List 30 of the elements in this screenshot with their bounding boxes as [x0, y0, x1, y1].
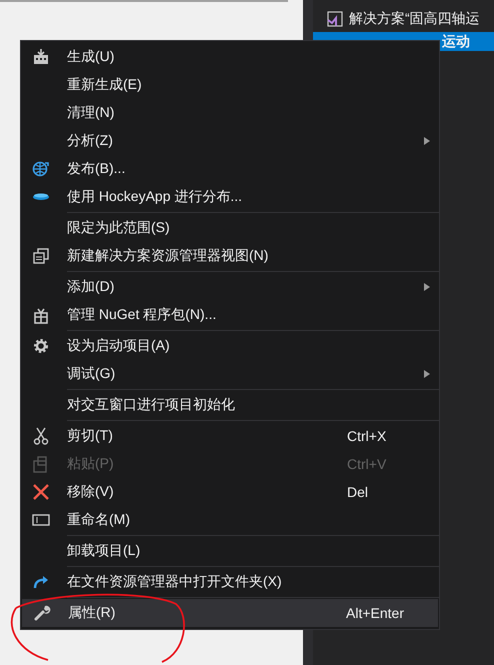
- menu-item[interactable]: 使用 HockeyApp 进行分布...: [21, 183, 439, 211]
- menu-item[interactable]: 卸载项目(L): [21, 537, 439, 565]
- settings-icon: [32, 337, 50, 355]
- menu-item[interactable]: 移除(V) Del: [21, 478, 439, 506]
- building-icon: [32, 48, 50, 66]
- menu-item[interactable]: 属性(R) Alt+Enter: [22, 599, 438, 627]
- menu-item[interactable]: 管理 NuGet 程序包(N)...: [21, 301, 439, 329]
- menu-item[interactable]: 重新生成(E): [21, 71, 439, 99]
- tree-item[interactable]: 解决方案“固高四轴运: [313, 9, 494, 28]
- menu-item[interactable]: 清理(N): [21, 99, 439, 127]
- menu-item[interactable]: 限定为此范围(S): [21, 214, 439, 242]
- menu-item[interactable]: 设为启动项目(A): [21, 332, 439, 360]
- menu-item[interactable]: 调试(G): [21, 360, 439, 388]
- menu-item[interactable]: 发布(B)...: [21, 155, 439, 183]
- wrench-icon: [33, 604, 51, 622]
- menu-item[interactable]: 分析(Z): [21, 127, 439, 155]
- gift-icon: [32, 306, 50, 324]
- globe-icon: [32, 160, 50, 178]
- remove-icon: [32, 483, 50, 501]
- menu-item[interactable]: 剪切(T) Ctrl+X: [21, 422, 439, 450]
- menu-item[interactable]: 新建解决方案资源管理器视图(N): [21, 242, 439, 270]
- menu-item[interactable]: 在文件资源管理器中打开文件夹(X): [21, 568, 439, 596]
- windows-icon: [32, 247, 50, 265]
- menu-item[interactable]: 生成(U): [21, 43, 439, 71]
- curved-arrow-icon: [32, 573, 50, 591]
- menu-item[interactable]: 添加(D): [21, 273, 439, 301]
- menu-item[interactable]: 重命名(M): [21, 506, 439, 534]
- menu-item[interactable]: 对交互窗口进行项目初始化: [21, 391, 439, 419]
- scissors-icon: [32, 427, 50, 445]
- solution-icon: [327, 10, 343, 26]
